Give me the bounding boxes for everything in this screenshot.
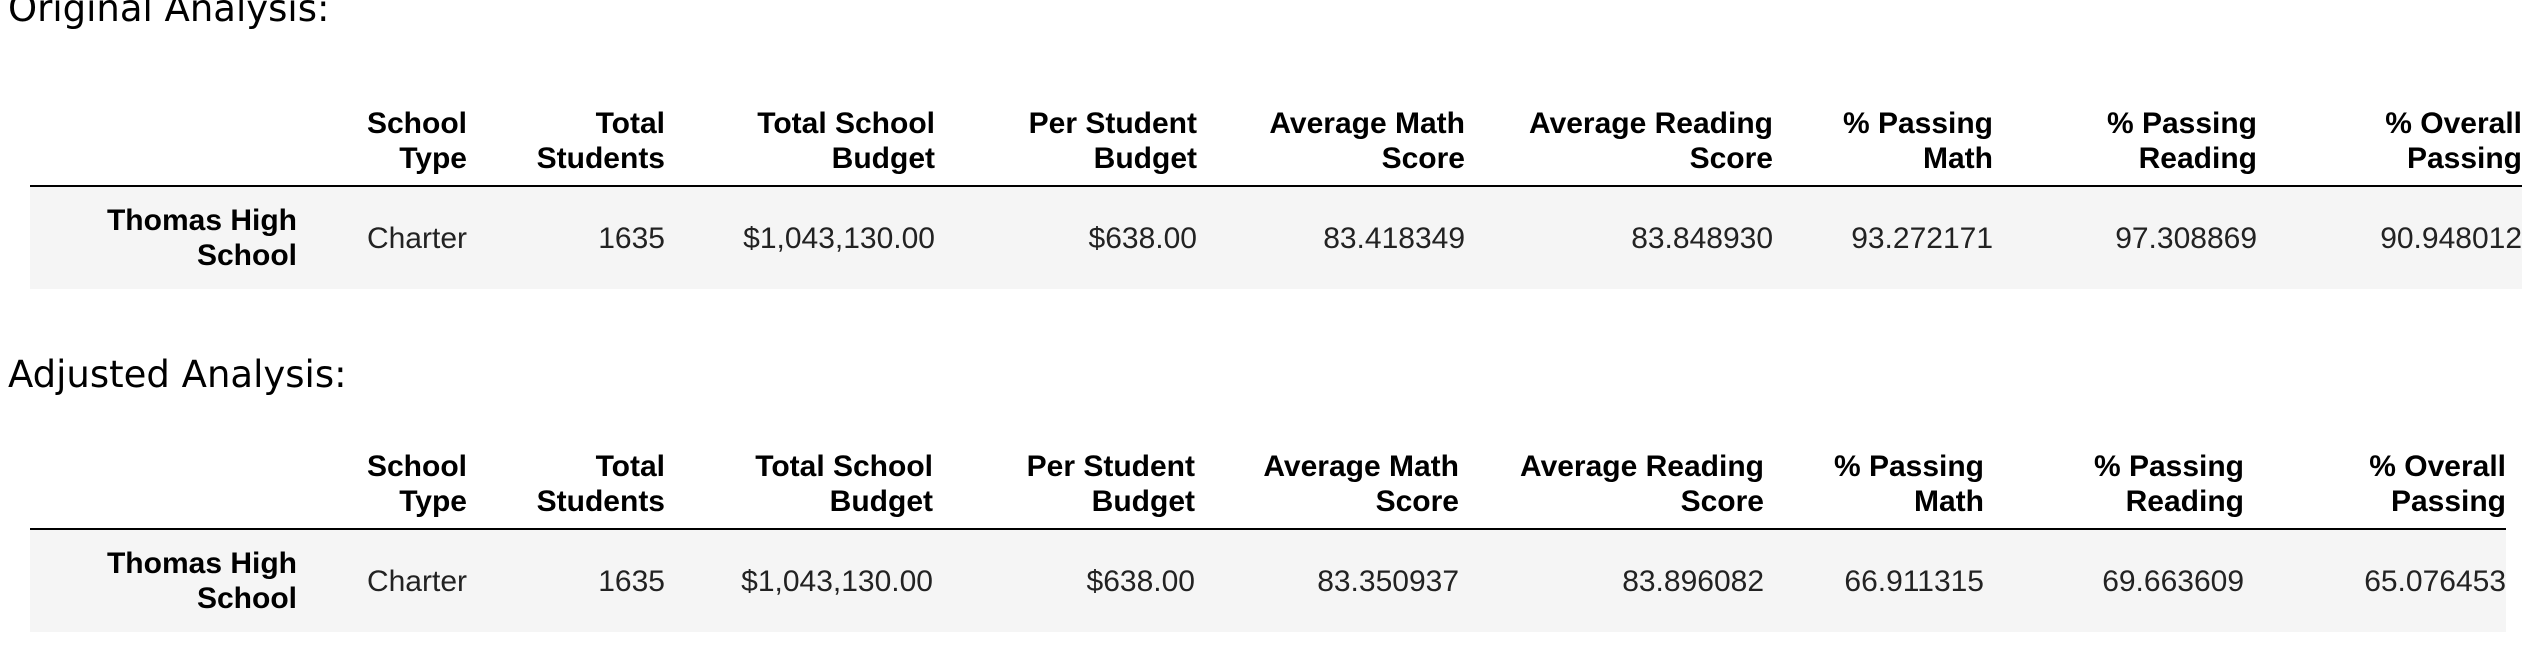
column-header-passing-reading: % Passing Reading [2093,450,2244,518]
original-analysis-heading: Original Analysis: [8,0,330,30]
cell-average-reading-score: 83.848930 [1631,221,1773,255]
cell-total-students: 1635 [598,221,665,255]
adjusted-analysis-table: School Type Total Students Total School Bud… [30,438,2506,632]
cell-overall-passing: 65.076453 [2364,564,2506,598]
cell-per-student-budget: $638.00 [1088,221,1197,255]
column-header-total-students: Total Students [536,450,665,518]
row-index-label: Thomas High School [106,204,297,272]
column-header-overall-passing: % Overall Passing [2369,450,2506,518]
cell-overall-passing: 90.948012 [2380,221,2522,255]
column-header-per-student-budget: Per Student Budget [1026,450,1195,518]
table-header-row: School Type Total Students Total School Bud… [30,438,2506,529]
row-index-label: Thomas High School [106,547,297,615]
cell-total-students: 1635 [598,564,665,598]
cell-passing-reading: 97.308869 [2115,221,2257,255]
cell-total-school-budget: $1,043,130.00 [743,221,935,255]
table-row: Thomas High School Charter 1635 $1,043,13… [30,529,2506,632]
cell-passing-reading: 69.663609 [2102,564,2244,598]
table-header-row: School Type Total Students Total School Bud… [30,95,2522,186]
cell-per-student-budget: $638.00 [1086,564,1195,598]
column-header-passing-math: % Passing Math [1833,450,1984,518]
table-row: Thomas High School Charter 1635 $1,043,13… [30,186,2522,289]
column-header-per-student-budget: Per Student Budget [1028,107,1197,175]
adjusted-analysis-heading: Adjusted Analysis: [8,353,347,396]
cell-passing-math: 93.272171 [1851,221,1993,255]
column-header-overall-passing: % Overall Passing [2385,107,2522,175]
column-header-school-type: School Type [366,450,467,518]
column-header-average-math-score: Average Math Score [1263,450,1459,518]
index-header [30,438,297,529]
cell-average-math-score: 83.418349 [1323,221,1465,255]
cell-school-type: Charter [366,564,467,598]
cell-school-type: Charter [366,221,467,255]
column-header-school-type: School Type [366,107,467,175]
column-header-total-school-budget: Total School Budget [755,450,933,518]
column-header-average-reading-score: Average Reading Score [1529,107,1773,175]
cell-total-school-budget: $1,043,130.00 [741,564,933,598]
cell-average-math-score: 83.350937 [1317,564,1459,598]
column-header-total-school-budget: Total School Budget [757,107,935,175]
cell-average-reading-score: 83.896082 [1622,564,1764,598]
column-header-average-math-score: Average Math Score [1269,107,1465,175]
column-header-passing-math: % Passing Math [1842,107,1993,175]
column-header-total-students: Total Students [536,107,665,175]
column-header-passing-reading: % Passing Reading [2106,107,2257,175]
cell-passing-math: 66.911315 [1844,564,1984,598]
index-header [30,95,297,186]
original-analysis-table: School Type Total Students Total School Bud… [30,95,2522,289]
column-header-average-reading-score: Average Reading Score [1520,450,1764,518]
